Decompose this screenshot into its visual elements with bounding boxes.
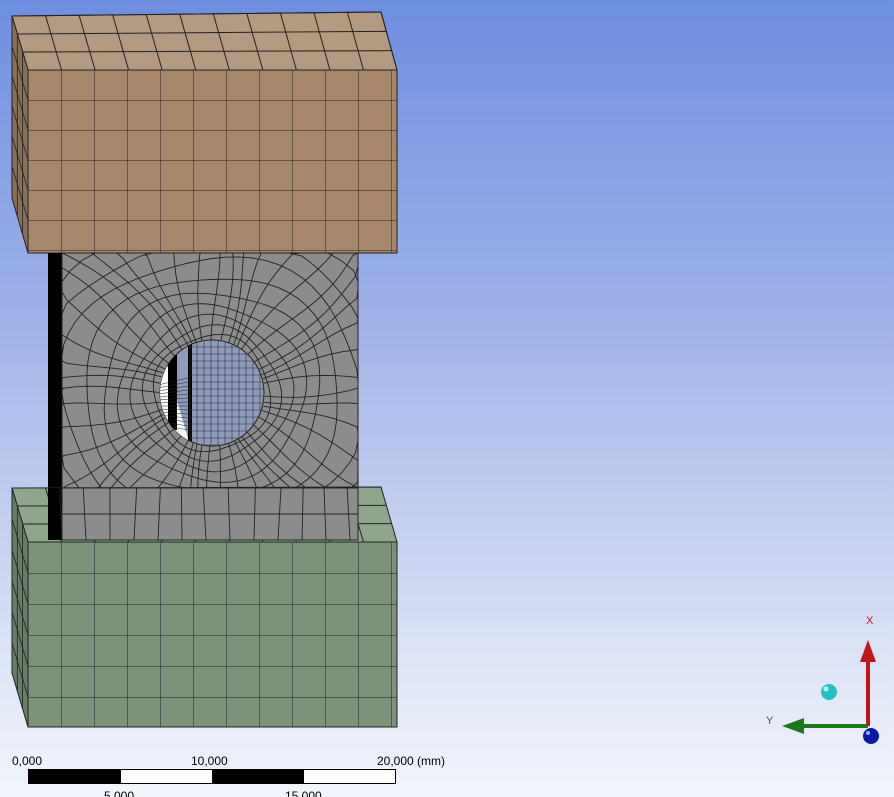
graphics-viewport[interactable]: X Y 0,000 10,000 20,000 (mm) 5,000 15,00… <box>0 0 894 797</box>
scale-label-10: 10,000 <box>191 754 228 768</box>
y-axis-label: Y <box>766 715 774 727</box>
scale-label-20: 20,000 (mm) <box>377 754 446 768</box>
bottom-clamp-block <box>11 486 398 728</box>
scale-label-5: 5,000 <box>104 789 135 797</box>
mesh-view[interactable] <box>0 0 894 760</box>
scale-bar <box>28 769 396 784</box>
scale-label-15: 15,000 <box>285 789 322 797</box>
top-clamp-block <box>11 11 398 254</box>
scale-label-0: 0,000 <box>12 754 43 768</box>
axis-triad[interactable] <box>782 640 879 744</box>
x-axis-label: X <box>866 615 874 627</box>
